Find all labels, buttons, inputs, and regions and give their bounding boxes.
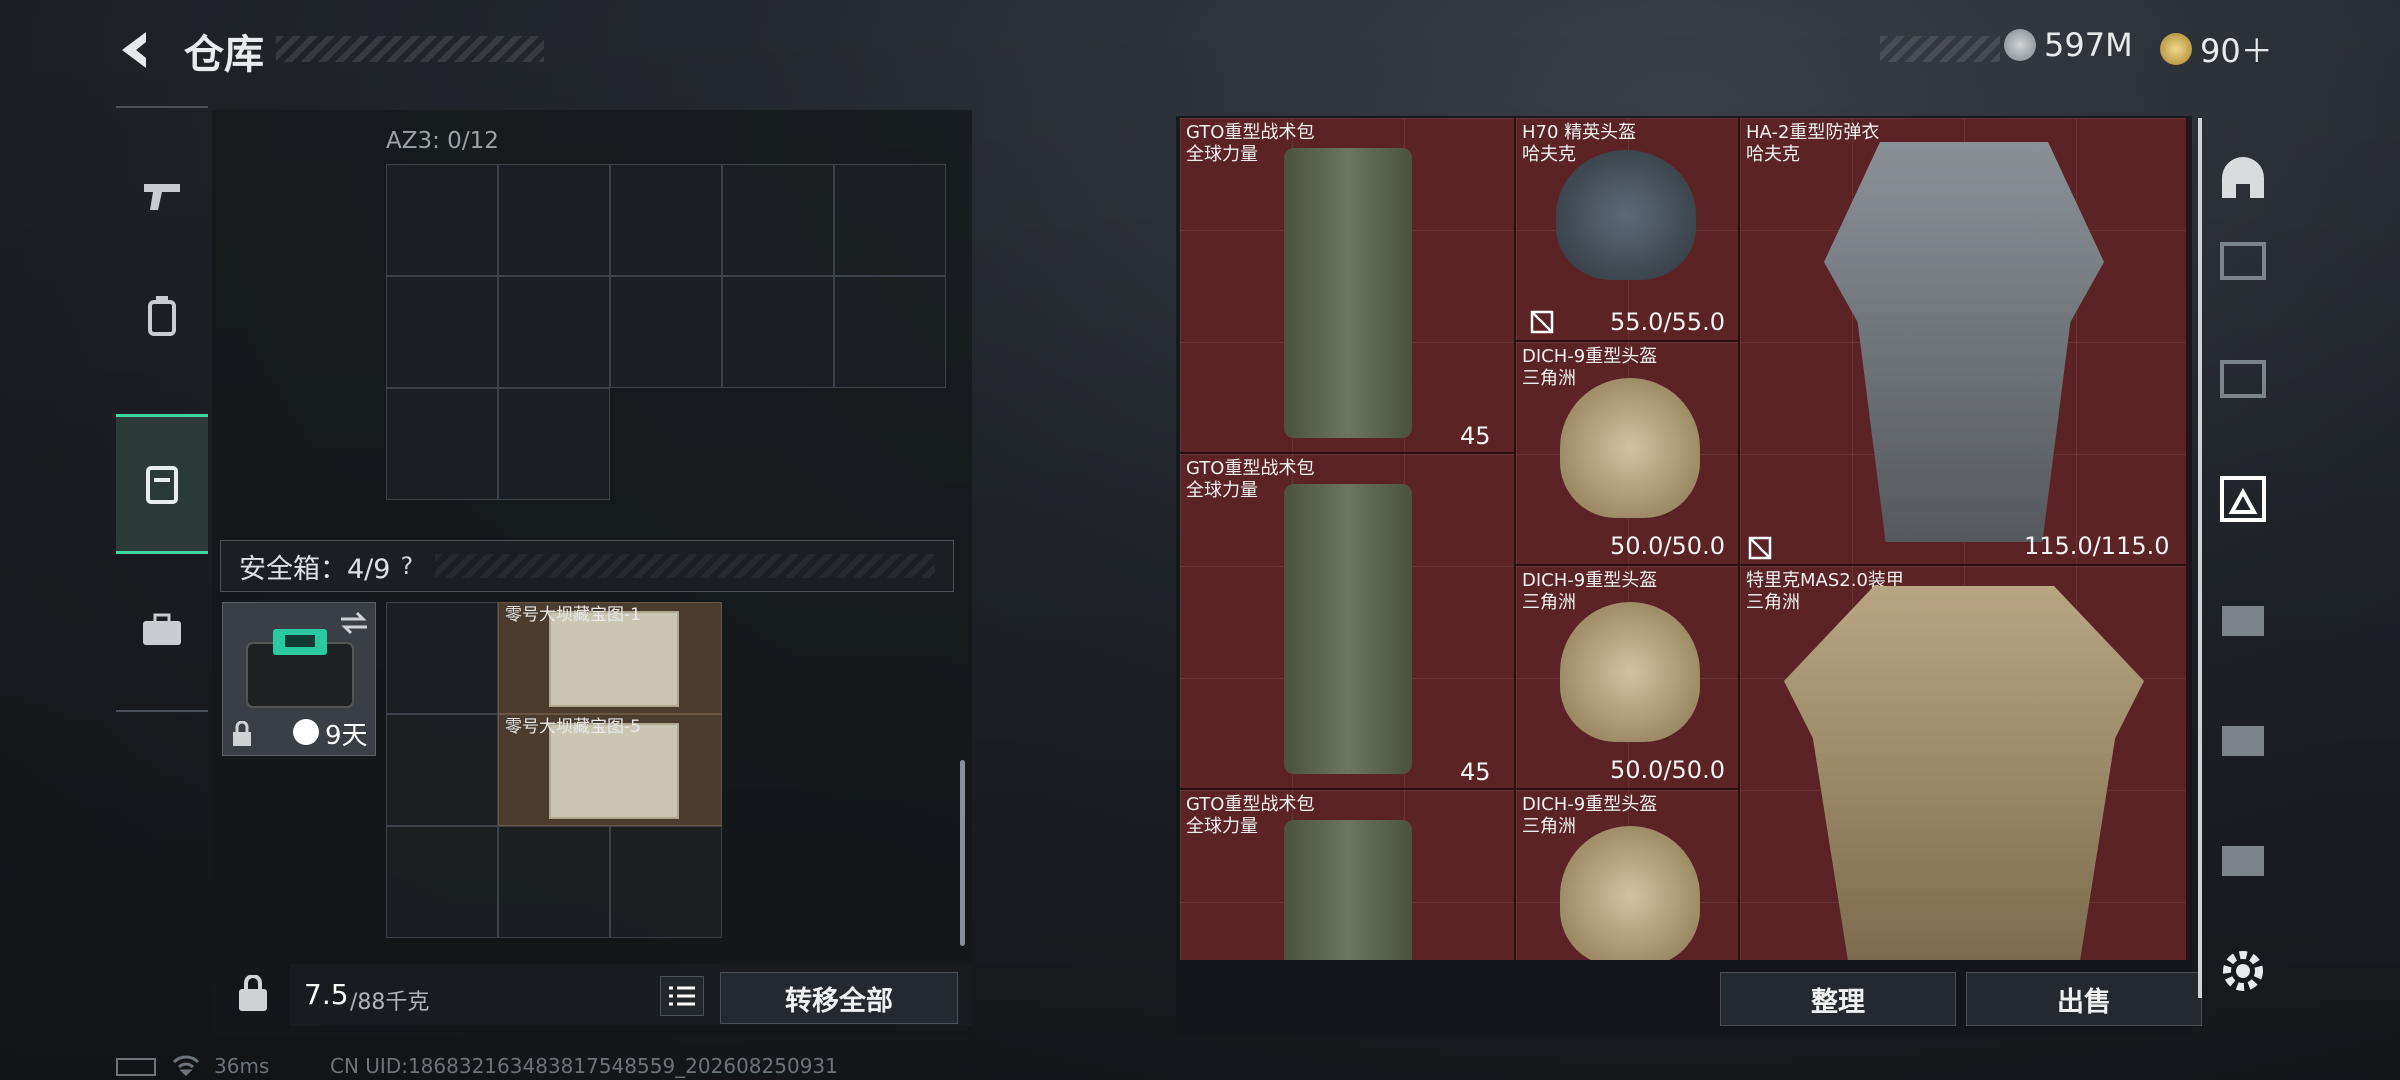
grid-slot[interactable] — [498, 276, 610, 388]
case-icon — [146, 466, 178, 504]
gold-coin-icon — [2160, 33, 2192, 65]
item-helmet[interactable]: DICH-9重型头盔 三角洲 — [1516, 790, 1740, 960]
toolbox-icon — [143, 613, 181, 645]
treasure-map-item[interactable]: 零号大坝藏宝图-1 — [498, 602, 722, 714]
tab-weapons[interactable] — [116, 148, 208, 244]
armor-image — [1824, 142, 2104, 542]
safe-slot[interactable] — [498, 826, 610, 938]
gear-icon[interactable] — [2216, 944, 2270, 998]
backpack-image — [1284, 820, 1412, 960]
grid-slot[interactable] — [610, 276, 722, 388]
clock-icon — [293, 719, 319, 745]
grid-slot[interactable] — [498, 388, 610, 500]
weight-lock — [222, 964, 284, 1024]
armor-image — [1784, 586, 2144, 960]
category-tabs — [116, 106, 208, 712]
grid-slot[interactable] — [386, 388, 498, 500]
safebox-decor — [435, 554, 936, 578]
scrollbar[interactable] — [960, 760, 965, 946]
sort-button[interactable]: 整理 — [1720, 972, 1956, 1026]
transfer-all-button[interactable]: 转移全部 — [720, 972, 958, 1024]
swap-icon[interactable] — [339, 611, 369, 635]
no-repair-icon — [1530, 310, 1554, 334]
grid-slot[interactable] — [834, 164, 946, 276]
sell-button[interactable]: 出售 — [1966, 972, 2202, 1026]
safe-case-icon — [246, 629, 354, 708]
case-filter-icon[interactable] — [2216, 592, 2270, 646]
header-decor — [276, 36, 544, 62]
helmet-image — [1560, 378, 1700, 518]
list-icon — [669, 986, 695, 1006]
weight-value: 7.5 — [304, 978, 349, 1011]
case-filter-icon-3[interactable] — [2216, 832, 2270, 886]
weight-icon — [239, 975, 267, 1011]
safe-slot[interactable] — [386, 602, 498, 714]
backpack-icon — [148, 296, 176, 336]
item-armor[interactable]: 特里克MAS2.0装甲 三角洲 — [1740, 566, 2188, 960]
map-image — [549, 723, 679, 819]
inventory-grid: GTO重型战术包 全球力量 45 GTO重型战术包 全球力量 45 GTO重型战术包… — [1180, 118, 2188, 960]
item-helmet[interactable]: DICH-9重型头盔 三角洲 50.0/50.0 — [1516, 566, 1740, 790]
safebox-duration: 9天 — [325, 721, 368, 751]
scroll-track[interactable] — [2198, 118, 2202, 998]
uid: CN UID:1868321634838175485​59_2026082509… — [330, 1054, 838, 1078]
safe-slot[interactable] — [610, 826, 722, 938]
wifi-icon — [172, 1055, 200, 1076]
helmet-filter-icon[interactable] — [2216, 152, 2270, 206]
item-backpack[interactable]: GTO重型战术包 全球力量 — [1180, 790, 1516, 960]
list-view-button[interactable] — [660, 976, 704, 1016]
durability: 55.0/55.0 — [1610, 308, 1725, 336]
help-icon[interactable]: ? — [400, 552, 413, 580]
durability: 115.0/115.0 — [2024, 532, 2170, 560]
tab-toolbox[interactable] — [116, 582, 208, 678]
header-decor-right — [1880, 36, 2000, 62]
weight-max: /88千克 — [350, 990, 430, 1015]
container-label: AZ3: 0/12 — [386, 128, 499, 154]
safe-slot[interactable] — [386, 826, 498, 938]
no-repair-icon — [1748, 536, 1772, 560]
item-helmet[interactable]: H70 精英头盔 哈夫克 55.0/55.0 — [1516, 118, 1740, 342]
grid-slot[interactable] — [498, 164, 610, 276]
capacity-count: 45 — [1460, 758, 1491, 786]
grid-slot[interactable] — [722, 276, 834, 388]
safebox-bar: 安全箱：4/9 ? — [220, 540, 954, 592]
capacity-count: 45 — [1460, 422, 1491, 450]
safe-slot[interactable] — [386, 714, 498, 826]
grid-slot[interactable] — [610, 164, 722, 276]
lock-icon — [233, 721, 251, 746]
durability: 50.0/50.0 — [1610, 532, 1725, 560]
grid-slot[interactable] — [834, 276, 946, 388]
page-title: 仓库 — [184, 32, 264, 78]
tab-equipment[interactable] — [116, 268, 208, 364]
back-arrow-icon[interactable] — [112, 26, 160, 74]
backpack-filter-icon[interactable] — [2216, 472, 2270, 526]
map-image — [549, 611, 679, 707]
pistol-icon — [144, 184, 180, 210]
durability: 50.0/50.0 — [1610, 756, 1725, 784]
filter-sidebar — [2198, 118, 2288, 998]
helmet-image — [1560, 602, 1700, 742]
grid-slot[interactable] — [386, 164, 498, 276]
item-helmet[interactable]: DICH-9重型头盔 三角洲 50.0/50.0 — [1516, 342, 1740, 566]
grid-slot[interactable] — [386, 276, 498, 388]
item-backpack[interactable]: GTO重型战术包 全球力量 45 — [1180, 454, 1516, 790]
backpack-image — [1284, 148, 1412, 438]
battery-icon — [116, 1058, 156, 1076]
tab-storage[interactable] — [116, 414, 208, 554]
armor-filter-icon-2[interactable] — [2216, 352, 2270, 406]
safebox-item[interactable]: 9天 — [222, 602, 376, 756]
armor-filter-icon[interactable] — [2216, 234, 2270, 288]
helmet-image — [1560, 826, 1700, 960]
case-filter-icon-2[interactable] — [2216, 712, 2270, 766]
gold-currency[interactable]: 90＋ — [2160, 26, 2273, 72]
helmet-image — [1556, 150, 1696, 280]
silver-coin-icon — [2004, 29, 2036, 61]
treasure-map-item[interactable]: 零号大坝藏宝图-5 — [498, 714, 722, 826]
ping: 36ms — [214, 1054, 270, 1078]
grid-slot[interactable] — [722, 164, 834, 276]
item-armor[interactable]: HA-2重型防弹衣 哈夫克 115.0/115.0 — [1740, 118, 2188, 566]
item-backpack[interactable]: GTO重型战术包 全球力量 45 — [1180, 118, 1516, 454]
backpack-image — [1284, 484, 1412, 774]
silver-currency: 597M — [2004, 26, 2133, 64]
